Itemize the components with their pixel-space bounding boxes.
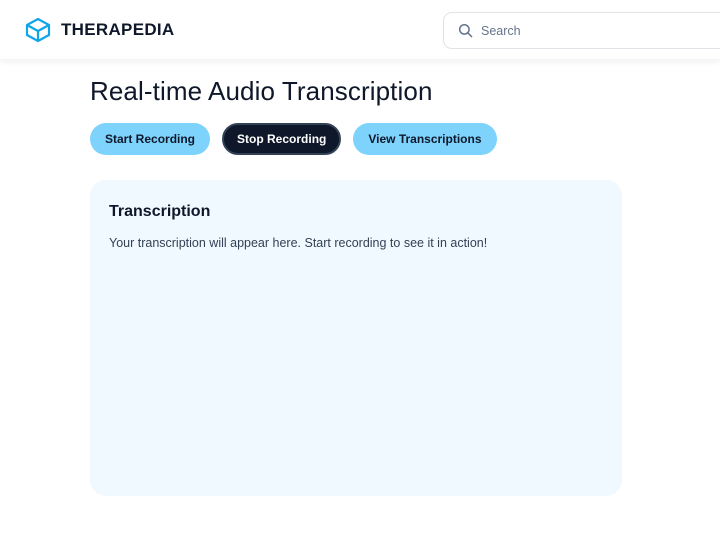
search-icon [458,23,473,38]
action-buttons: Start Recording Stop Recording View Tran… [90,123,497,155]
transcription-placeholder-text: Your transcription will appear here. Sta… [109,236,488,250]
brand-logo-link[interactable]: THERAPEDIA [24,16,175,44]
view-transcriptions-button[interactable]: View Transcriptions [353,123,497,155]
search-input[interactable] [481,23,701,38]
brand-name: THERAPEDIA [61,20,175,39]
transcription-panel: Transcription Your transcription will ap… [90,180,622,496]
top-header: THERAPEDIA [0,0,720,60]
hexagon-cube-icon [24,17,52,43]
start-recording-button[interactable]: Start Recording [90,123,211,155]
page-title: Real-time Audio Transcription [90,76,433,106]
stop-recording-button[interactable]: Stop Recording [222,123,342,155]
search-box[interactable] [443,12,720,49]
transcription-heading: Transcription [109,203,211,220]
